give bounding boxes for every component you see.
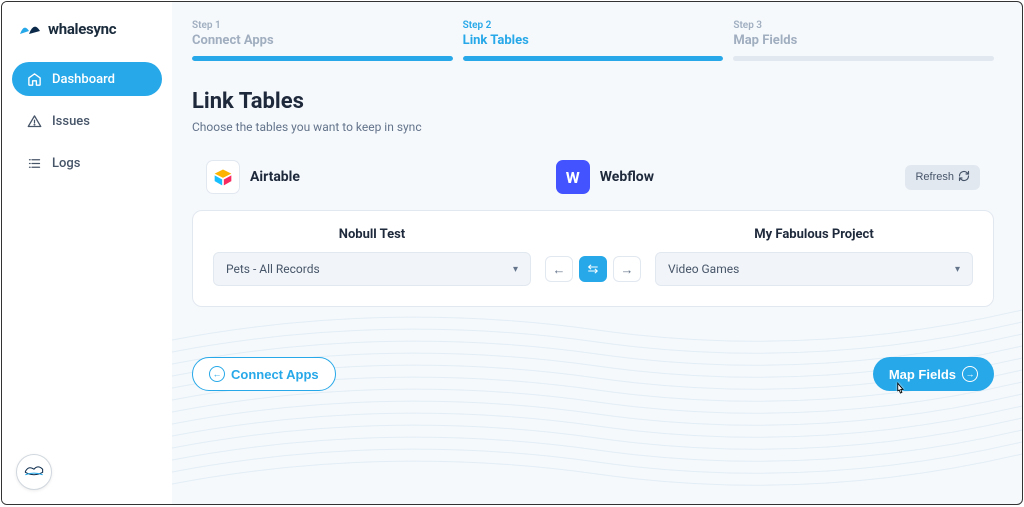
app-airtable-name: Airtable	[250, 169, 300, 185]
nav-issues-label: Issues	[52, 114, 90, 129]
refresh-icon	[958, 170, 970, 185]
sync-both-icon: ⇆	[588, 261, 599, 277]
brand-logo: whalesync	[18, 20, 162, 38]
cursor-pointer-icon	[891, 380, 909, 405]
home-icon	[26, 71, 42, 87]
step-2[interactable]: Step 2 Link Tables	[463, 20, 724, 61]
step-1-bar	[192, 56, 453, 61]
step-2-num: Step 2	[463, 20, 724, 31]
arrow-left-icon: ←	[553, 262, 566, 277]
sidebar: whalesync Dashboard Issues Logs	[2, 2, 172, 504]
left-select-value: Pets - All Records	[226, 262, 320, 276]
list-icon	[26, 155, 42, 171]
footer-nav: ← Connect Apps Map Fields →	[192, 357, 994, 391]
step-3-num: Step 3	[733, 20, 994, 31]
step-1-num: Step 1	[192, 20, 453, 31]
chevron-down-icon: ▾	[955, 264, 960, 275]
next-button[interactable]: Map Fields →	[873, 357, 994, 391]
link-card: Nobull Test Pets - All Records ▾ ← ⇆ → M…	[192, 210, 994, 307]
brand-name: whalesync	[48, 20, 116, 38]
apps-row: Airtable W Webflow Refresh	[192, 160, 994, 194]
step-2-title: Link Tables	[463, 33, 724, 48]
sync-direction-controls: ← ⇆ →	[545, 256, 641, 286]
page-subtitle: Choose the tables you want to keep in sy…	[192, 120, 994, 134]
arrow-left-circle-icon: ←	[209, 366, 225, 382]
whale-icon	[23, 461, 45, 483]
right-table-select[interactable]: Video Games ▾	[655, 252, 973, 286]
help-button[interactable]	[16, 454, 52, 490]
left-column: Nobull Test Pets - All Records ▾	[213, 227, 531, 286]
app-webflow-name: Webflow	[600, 169, 654, 185]
nav-issues[interactable]: Issues	[12, 104, 162, 138]
stepper: Step 1 Connect Apps Step 2 Link Tables S…	[192, 20, 994, 61]
right-select-value: Video Games	[668, 262, 739, 276]
page-title: Link Tables	[192, 89, 994, 114]
arrow-right-circle-icon: →	[962, 366, 978, 382]
app-webflow: W Webflow	[556, 160, 906, 194]
next-label: Map Fields	[889, 367, 956, 382]
nav-logs-label: Logs	[52, 156, 80, 171]
step-2-bar	[463, 56, 724, 61]
sync-right-button[interactable]: →	[613, 256, 641, 282]
sync-left-button[interactable]: ←	[545, 256, 573, 282]
step-3-title: Map Fields	[733, 33, 994, 48]
refresh-button[interactable]: Refresh	[905, 165, 980, 190]
arrow-right-icon: →	[621, 262, 634, 277]
right-column: My Fabulous Project Video Games ▾	[655, 227, 973, 286]
nav-logs[interactable]: Logs	[12, 146, 162, 180]
step-1-title: Connect Apps	[192, 33, 453, 48]
airtable-icon	[206, 160, 240, 194]
refresh-label: Refresh	[915, 171, 954, 183]
step-3-bar	[733, 56, 994, 61]
logo-icon	[18, 20, 42, 38]
chevron-down-icon: ▾	[513, 264, 518, 275]
left-heading: Nobull Test	[339, 227, 405, 242]
sync-both-button[interactable]: ⇆	[579, 256, 607, 282]
left-table-select[interactable]: Pets - All Records ▾	[213, 252, 531, 286]
step-3[interactable]: Step 3 Map Fields	[733, 20, 994, 61]
webflow-icon: W	[556, 160, 590, 194]
step-1[interactable]: Step 1 Connect Apps	[192, 20, 453, 61]
warning-icon	[26, 113, 42, 129]
nav-dashboard[interactable]: Dashboard	[12, 62, 162, 96]
back-button[interactable]: ← Connect Apps	[192, 357, 336, 391]
nav-dashboard-label: Dashboard	[52, 72, 115, 87]
back-label: Connect Apps	[231, 367, 319, 382]
main-content: Step 1 Connect Apps Step 2 Link Tables S…	[192, 20, 994, 391]
right-heading: My Fabulous Project	[754, 227, 873, 242]
app-airtable: Airtable	[206, 160, 556, 194]
